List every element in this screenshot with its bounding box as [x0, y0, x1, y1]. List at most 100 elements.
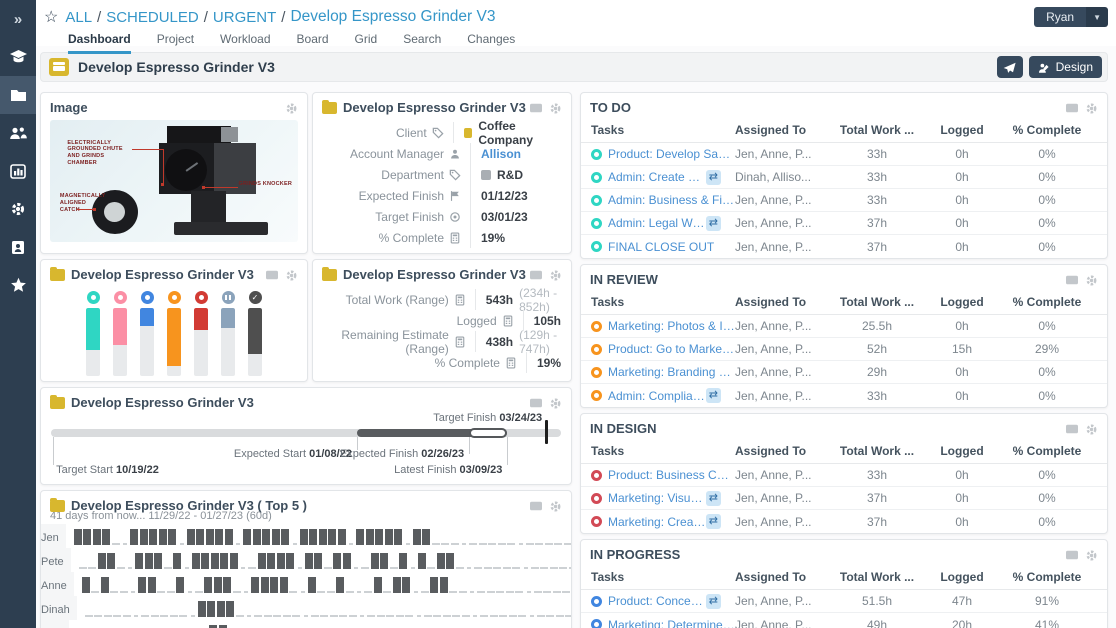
task-link[interactable]: FINAL CLOSE OUT [608, 240, 714, 254]
task-link[interactable]: Marketing: Create Marketing Videos [608, 515, 706, 529]
status-dot-icon [194, 291, 208, 304]
column-header-2: Total Work ... [839, 444, 915, 458]
card-icon[interactable] [529, 498, 543, 512]
sidebar-item-people[interactable] [0, 114, 36, 152]
breadcrumb-scheduled[interactable]: SCHEDULED [106, 9, 199, 26]
image-widget: Image ELECTRICALLY GROUNDED CHUTE AND GR… [40, 92, 308, 254]
dependency-icon[interactable]: ⇄ [705, 215, 721, 231]
property-value[interactable]: Allison [471, 147, 521, 161]
task-link[interactable]: Admin: Legal Work [608, 216, 706, 230]
gear-icon[interactable] [285, 100, 298, 114]
card-icon[interactable] [1065, 421, 1079, 435]
sidebar-item-academy[interactable] [0, 38, 36, 76]
gear-icon[interactable] [1085, 272, 1098, 286]
column-header-1: Assigned To [735, 123, 807, 137]
task-link[interactable]: Admin: Create Product SKU [608, 170, 706, 184]
gear-icon[interactable] [285, 267, 298, 281]
tab-changes[interactable]: Changes [467, 32, 515, 54]
breadcrumb-urgent[interactable]: URGENT [213, 9, 276, 26]
card-icon[interactable] [265, 267, 279, 281]
status-donut-icon [591, 595, 602, 607]
bar-track [167, 308, 181, 376]
task-link[interactable]: Product: Develop Samples or Prototype [608, 147, 735, 161]
sidebar-item-contacts[interactable] [0, 228, 36, 266]
task-link[interactable]: Marketing: Visual Design Brief [608, 491, 706, 505]
workload-member-name: Anne [41, 572, 74, 596]
user-menu-button[interactable]: Ryan ▼ [1034, 7, 1108, 27]
card-icon[interactable] [529, 100, 543, 114]
workload-widget: Develop Espresso Grinder V3 ( Top 5 ) 41… [40, 490, 572, 628]
column-headers: Tasks Assigned To Total Work ... Logged % Co… [581, 567, 1107, 590]
tab-grid[interactable]: Grid [355, 32, 378, 54]
dependency-icon[interactable]: ⇄ [705, 490, 721, 506]
gear-icon[interactable] [549, 395, 562, 409]
sidebar-item-reports[interactable] [0, 152, 36, 190]
card-icon[interactable] [1065, 547, 1079, 561]
task-link[interactable]: Product: Go to Market Plan [608, 342, 735, 356]
app-sidebar: » [0, 0, 36, 628]
card-icon[interactable] [529, 267, 543, 281]
table-row: Marketing: Determine Marketing ChannelsJ… [581, 613, 1107, 628]
calculator-icon [502, 314, 514, 328]
status-donut-icon [591, 390, 602, 401]
card-icon[interactable] [529, 395, 543, 409]
breadcrumb-current[interactable]: Develop Espresso Grinder V3 [290, 8, 495, 26]
workload-track [74, 577, 571, 596]
table-row: Marketing: Photos & IllustrationsJen, An… [581, 315, 1107, 338]
gear-icon[interactable] [1085, 547, 1098, 561]
task-link[interactable]: Admin: Business & Financial Modeling [608, 193, 735, 207]
bar-track [248, 308, 262, 376]
tab-search[interactable]: Search [403, 32, 441, 54]
workload-track [71, 553, 571, 572]
dependency-icon[interactable]: ⇄ [705, 169, 721, 185]
metric-row: % Complete 19% [323, 352, 561, 373]
tab-workload[interactable]: Workload [220, 32, 270, 54]
status-bar-done: ✓ [248, 291, 262, 376]
status-donut-icon [591, 241, 602, 252]
user-name[interactable]: Ryan [1034, 7, 1087, 27]
metric-label: Total Work (Range) [323, 289, 476, 310]
gear-icon[interactable] [1085, 100, 1098, 114]
property-value: 19% [481, 230, 506, 245]
dependency-icon[interactable]: ⇄ [705, 593, 721, 609]
design-button[interactable]: Design [1028, 56, 1102, 78]
favorite-star-icon[interactable]: ☆ [44, 7, 58, 27]
logged-hours: 0h [955, 514, 969, 529]
logged-hours: 0h [955, 170, 969, 184]
dependency-icon[interactable]: ⇄ [705, 514, 721, 529]
gear-icon[interactable] [549, 100, 562, 114]
sidebar-item-collapse-expand[interactable]: » [0, 0, 36, 38]
id-badge-icon [11, 240, 25, 255]
workload-member-name: Pete [41, 548, 71, 572]
task-link[interactable]: Product: Business Case [608, 468, 735, 482]
total-work: 37h [866, 216, 888, 230]
tab-dashboard[interactable]: Dashboard [68, 32, 131, 54]
dependency-icon[interactable]: ⇄ [705, 388, 721, 403]
task-link[interactable]: Marketing: Photos & Illustrations [608, 319, 735, 333]
calculator-icon [505, 356, 517, 370]
sidebar-item-projects[interactable] [0, 76, 36, 114]
gear-icon[interactable] [549, 498, 562, 512]
breadcrumb-all[interactable]: ALL [65, 9, 92, 26]
logged-hours: 0h [955, 491, 969, 505]
sidebar-item-favorites[interactable] [0, 266, 36, 304]
property-label: Account Manager [323, 143, 471, 164]
widget-title: Image [50, 100, 88, 115]
card-icon[interactable] [1065, 272, 1079, 286]
logged-hours: 0h [955, 147, 969, 161]
tab-project[interactable]: Project [157, 32, 194, 54]
status-pause-icon [221, 291, 235, 304]
gear-icon[interactable] [549, 267, 562, 281]
gear-icon[interactable] [1085, 421, 1098, 435]
tab-board[interactable]: Board [297, 32, 329, 54]
metric-value: 19% [536, 355, 561, 370]
sidebar-item-settings[interactable] [0, 190, 36, 228]
send-button[interactable] [996, 56, 1023, 78]
task-link[interactable]: Admin: Compliance Work [608, 389, 706, 403]
task-link[interactable]: Marketing: Branding Review [608, 365, 735, 379]
task-link[interactable]: Marketing: Determine Marketing Channels [608, 618, 735, 628]
assigned-to: Jen, Anne, P... [735, 491, 812, 505]
chevron-down-icon[interactable]: ▼ [1086, 7, 1108, 27]
card-icon[interactable] [1065, 100, 1079, 114]
task-link[interactable]: Product: Concept Development [608, 594, 706, 608]
